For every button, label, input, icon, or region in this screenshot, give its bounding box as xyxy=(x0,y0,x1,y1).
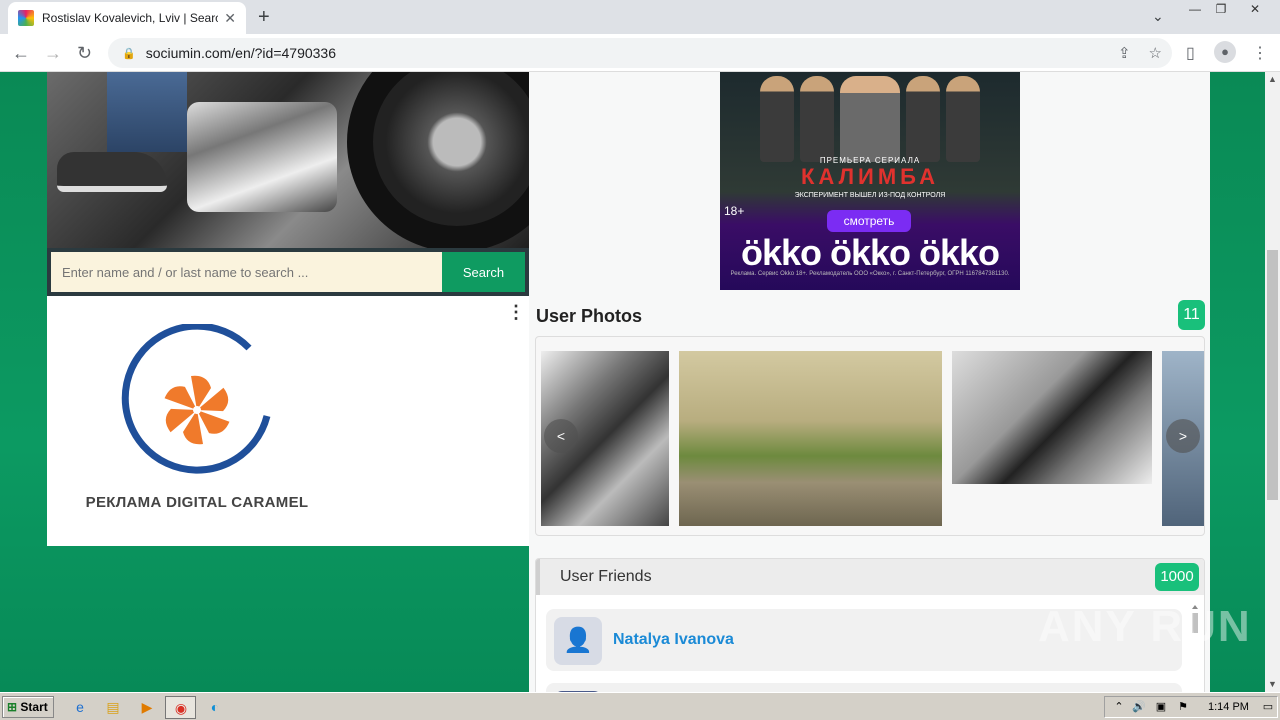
user-photo[interactable] xyxy=(952,351,1152,484)
list-item[interactable] xyxy=(546,683,1182,692)
media-player-icon[interactable]: ▶ xyxy=(137,697,157,717)
carousel-next-button[interactable]: > xyxy=(1166,419,1200,453)
ad-brand-text: РЕКЛАМА DIGITAL CARAMEL xyxy=(85,494,309,511)
ad-subtitle: ЭКСПЕРИМЕНТ ВЫШЕЛ ИЗ-ПОД КОНТРОЛЯ xyxy=(794,192,946,199)
ad-legal-text: Реклама. Сервис Okko 18+. Рекламодатель … xyxy=(730,271,1010,277)
tab-search-chevron-icon[interactable]: ⌄ xyxy=(1152,8,1164,25)
share-icon[interactable]: ⇪ xyxy=(1118,44,1131,62)
tab-title: Rostislav Kovalevich, Lviv | Search I... xyxy=(42,11,219,25)
page-viewport: Search ⋮ РЕКЛАМА DIGITAL CARAMEL ПРЕМЬЕР… xyxy=(0,72,1265,692)
show-desktop-icon[interactable]: ▭ xyxy=(1258,697,1278,717)
chrome-taskbar-button[interactable]: ◉ xyxy=(165,696,196,719)
photo-carousel: < > xyxy=(535,336,1205,536)
ad-title: КАЛИМБА xyxy=(800,164,940,189)
tab-close-icon[interactable]: ✕ xyxy=(224,10,236,27)
friends-header: User Friends xyxy=(536,559,1204,595)
url-text: sociumin.com/en/?id=4790336 xyxy=(145,45,336,61)
profile-avatar-icon[interactable]: ● xyxy=(1214,41,1236,63)
okko-logo: ökko ökko ökko xyxy=(740,232,1000,273)
right-column: ПРЕМЬЕРА СЕРИАЛА КАЛИМБА ЭКСПЕРИМЕНТ ВЫШ… xyxy=(529,72,1210,692)
search-input[interactable] xyxy=(51,252,442,292)
browser-tab-bar: Rostislav Kovalevich, Lviv | Search I...… xyxy=(0,0,1280,34)
site-favicon-icon xyxy=(18,10,34,26)
user-photos-title: User Photos xyxy=(536,306,643,326)
search-button[interactable]: Search xyxy=(442,252,525,292)
friend-name-link[interactable]: Natalya Ivanova xyxy=(613,631,734,649)
windows-taskbar: ⊞ Start e ▤ ▶ ◉ ◐ ⌃ 🔊 ▣ ⚑ 1:14 PM ▭ xyxy=(0,692,1280,720)
browser-menu-icon[interactable]: ⋮ xyxy=(1252,43,1268,63)
user-friends-title: User Friends xyxy=(560,568,652,585)
tray-expand-icon[interactable]: ⌃ xyxy=(1109,697,1129,717)
scroll-up-arrow-icon[interactable]: ▲ xyxy=(1268,74,1277,84)
page-scrollbar-thumb[interactable] xyxy=(1267,250,1278,500)
ie-icon[interactable]: e xyxy=(70,697,90,717)
network-icon[interactable]: ▣ xyxy=(1151,697,1171,717)
restore-button[interactable]: ❐ xyxy=(1209,2,1233,18)
reload-icon[interactable]: ↻ xyxy=(77,43,92,64)
avatar-placeholder-icon: 👤 xyxy=(554,617,602,665)
volume-icon[interactable]: 🔊 xyxy=(1129,697,1149,717)
start-label: Start xyxy=(20,700,48,714)
action-center-flag-icon[interactable]: ⚑ xyxy=(1173,697,1193,717)
carousel-prev-button[interactable]: < xyxy=(544,419,578,453)
new-tab-button[interactable]: + xyxy=(258,6,270,29)
ad-banner-okko[interactable]: ПРЕМЬЕРА СЕРИАЛА КАЛИМБА ЭКСПЕРИМЕНТ ВЫШ… xyxy=(720,72,1020,290)
ad-banner-left[interactable]: ⋮ РЕКЛАМА DIGITAL CARAMEL xyxy=(47,296,529,546)
chrome-icon: ◉ xyxy=(174,700,188,716)
ad-menu-icon[interactable]: ⋮ xyxy=(507,302,525,323)
browser-tab-active[interactable]: Rostislav Kovalevich, Lviv | Search I...… xyxy=(8,2,246,34)
forward-arrow-icon[interactable]: → xyxy=(44,43,62,64)
system-tray: ⌃ 🔊 ▣ ⚑ xyxy=(1104,696,1278,718)
search-bar: Search xyxy=(47,248,529,296)
explorer-folder-icon[interactable]: ▤ xyxy=(103,697,123,717)
header-image xyxy=(47,72,529,248)
user-photo[interactable] xyxy=(679,351,942,526)
browser-toolbar: ← → ↻ 🔒 sociumin.com/en/?id=4790336 ⇪ ☆ … xyxy=(0,34,1280,72)
windows-logo-icon: ⊞ xyxy=(7,700,18,714)
anyrun-watermark: ANY RUN xyxy=(1038,602,1252,651)
start-button[interactable]: ⊞ Start xyxy=(2,696,54,718)
photos-count-badge: 11 xyxy=(1178,300,1205,330)
lock-icon: 🔒 xyxy=(122,47,136,60)
minimize-button[interactable]: — xyxy=(1183,2,1207,18)
back-arrow-icon[interactable]: ← xyxy=(12,43,30,64)
scroll-down-arrow-icon[interactable]: ▼ xyxy=(1268,679,1277,689)
ad-watch-button[interactable]: смотреть xyxy=(827,210,911,232)
friends-count-badge: 1000 xyxy=(1155,563,1199,591)
address-bar[interactable]: 🔒 sociumin.com/en/?id=4790336 ⇪ ☆ xyxy=(108,38,1172,68)
side-panel-icon[interactable]: ▯ xyxy=(1186,43,1195,63)
edge-icon[interactable]: ◐ xyxy=(205,697,225,717)
caramel-logo-icon xyxy=(121,324,271,474)
close-window-button[interactable]: ✕ xyxy=(1243,2,1267,18)
bookmark-star-icon[interactable]: ☆ xyxy=(1149,44,1162,62)
ad-age-rating: 18+ xyxy=(724,204,745,218)
clock[interactable]: 1:14 PM xyxy=(1208,701,1249,713)
